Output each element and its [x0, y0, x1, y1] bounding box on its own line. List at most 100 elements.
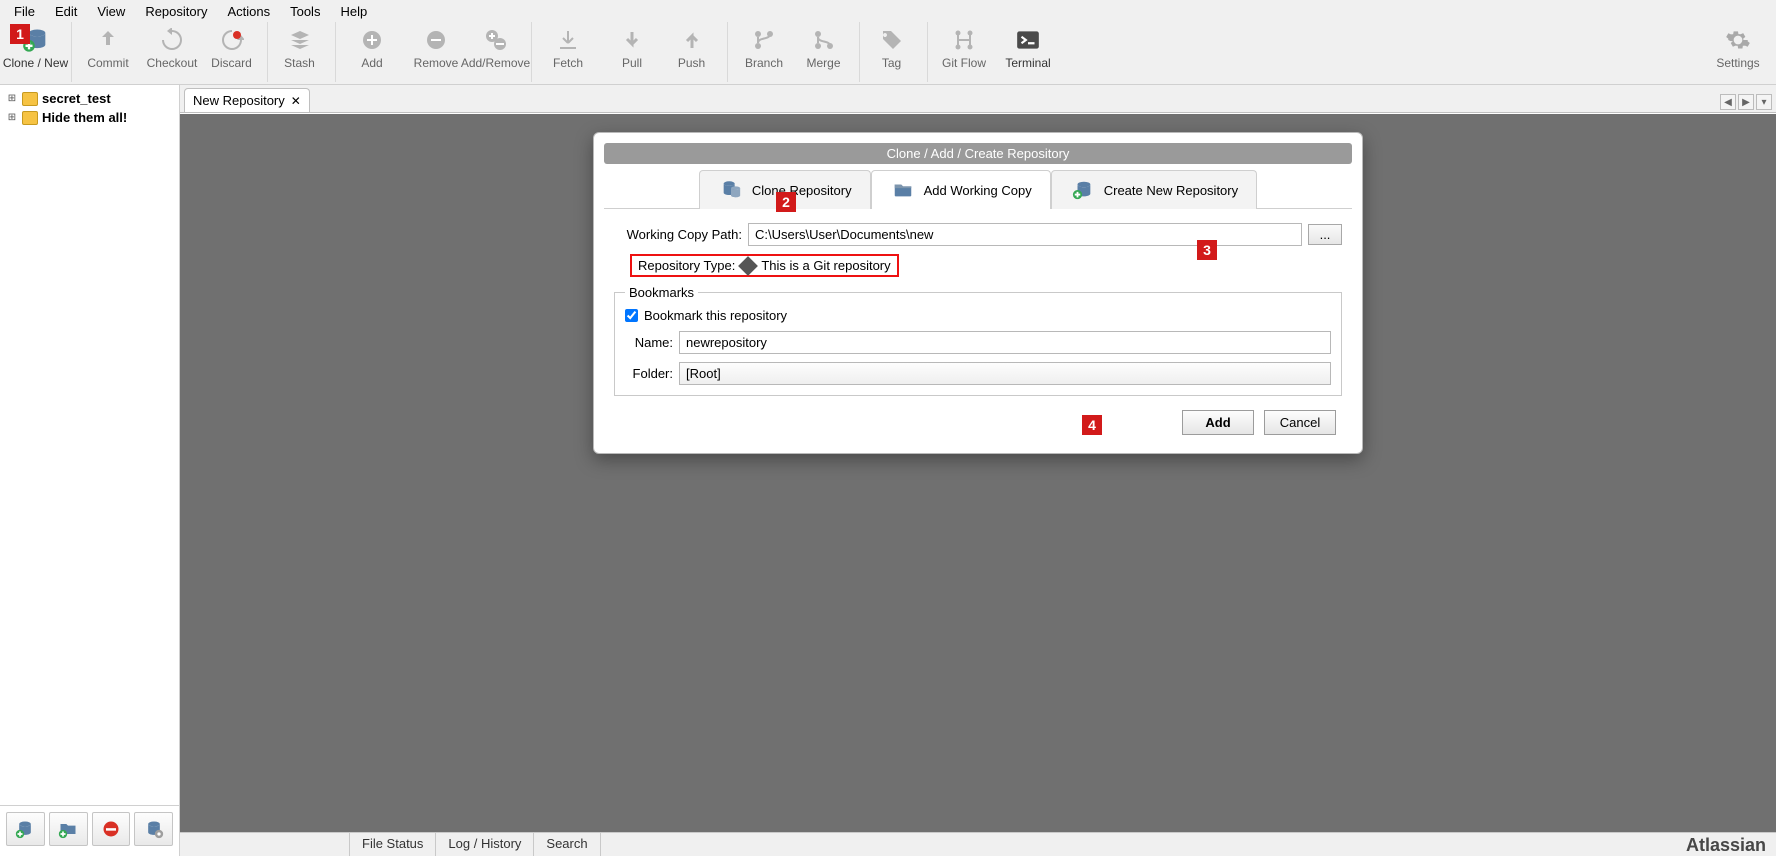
- create-icon: [1070, 179, 1096, 201]
- step-marker-2: 2: [776, 192, 796, 212]
- tab-nav-menu[interactable]: ▾: [1756, 94, 1772, 110]
- sidebar-item-label: secret_test: [42, 91, 111, 106]
- tab-new-repository[interactable]: New Repository ✕: [184, 88, 310, 112]
- tag-button[interactable]: Tag: [864, 22, 928, 82]
- push-button[interactable]: Push: [664, 22, 728, 82]
- commit-button[interactable]: Commit: [76, 22, 140, 82]
- name-label: Name:: [625, 335, 673, 350]
- menu-repository[interactable]: Repository: [135, 2, 217, 21]
- working-copy-path-input[interactable]: [748, 223, 1302, 246]
- fetch-icon: [554, 26, 582, 54]
- remove-button[interactable]: Remove: [404, 22, 468, 82]
- step-marker-1: 1: [10, 24, 30, 44]
- stash-button[interactable]: Stash: [272, 22, 336, 82]
- menu-file[interactable]: File: [4, 2, 45, 21]
- statusbar: File Status Log / History Search Atlassi…: [180, 832, 1776, 856]
- configure-button[interactable]: [134, 812, 173, 846]
- merge-button[interactable]: Merge: [796, 22, 860, 82]
- dialog-tab-label: Clone Repository: [752, 183, 852, 198]
- tag-icon: [878, 26, 906, 54]
- toolbar-label: Fetch: [553, 56, 583, 70]
- status-log[interactable]: Log / History: [436, 833, 534, 856]
- dialog-tab-label: Add Working Copy: [924, 183, 1032, 198]
- folder-icon: [890, 179, 916, 201]
- checkout-button[interactable]: Checkout: [140, 22, 204, 82]
- settings-label: Settings: [1716, 56, 1759, 70]
- dialog-tab-label: Create New Repository: [1104, 183, 1238, 198]
- menu-help[interactable]: Help: [330, 2, 377, 21]
- repository-type-box: Repository Type: This is a Git repositor…: [630, 254, 899, 277]
- workspace: ⊞ secret_test ⊞ Hide them all! New Repos…: [0, 85, 1776, 856]
- repo-type-label: Repository Type:: [638, 258, 735, 273]
- folder-select[interactable]: [Root]: [679, 362, 1331, 385]
- sidebar-item-0[interactable]: ⊞ secret_test: [0, 89, 179, 108]
- browse-button[interactable]: ...: [1308, 224, 1342, 245]
- toolbar-label: Clone / New: [3, 56, 68, 70]
- bookmarks-legend: Bookmarks: [625, 285, 698, 300]
- terminal-button[interactable]: Terminal: [996, 22, 1060, 82]
- tab-add-working-copy[interactable]: Add Working Copy: [871, 170, 1051, 209]
- toolbar-label: Remove: [414, 56, 459, 70]
- toolbar-label: Checkout: [147, 56, 198, 70]
- branch-button[interactable]: Branch: [732, 22, 796, 82]
- bookmarks-group: Bookmarks Bookmark this repository Name:…: [614, 285, 1342, 396]
- expand-icon[interactable]: ⊞: [6, 93, 18, 104]
- add-remove-button[interactable]: Add/Remove: [468, 22, 532, 82]
- toolbar-label: Tag: [882, 56, 901, 70]
- menu-actions[interactable]: Actions: [217, 2, 280, 21]
- brand-label: Atlassian: [1686, 833, 1776, 856]
- folder-icon: [22, 92, 38, 106]
- dialog-body: Working Copy Path: ... Repository Type: …: [604, 209, 1352, 443]
- clone-add-create-dialog: Clone / Add / Create Repository Clone Re…: [593, 132, 1363, 454]
- add-icon: [358, 26, 386, 54]
- add-button[interactable]: Add: [340, 22, 404, 82]
- discard-icon: [218, 26, 246, 54]
- fetch-button[interactable]: Fetch: [536, 22, 600, 82]
- push-icon: [678, 26, 706, 54]
- toolbar-label: Discard: [211, 56, 252, 70]
- folder-label: Folder:: [625, 366, 673, 381]
- git-flow-icon: [950, 26, 978, 54]
- terminal-icon: [1014, 26, 1042, 54]
- status-search[interactable]: Search: [534, 833, 600, 856]
- menu-tools[interactable]: Tools: [280, 2, 330, 21]
- checkout-icon: [158, 26, 186, 54]
- new-folder-button[interactable]: [49, 812, 88, 846]
- tab-nav: ◀ ▶ ▾: [1720, 94, 1776, 112]
- toolbar-label: Merge: [806, 56, 840, 70]
- dialog-title: Clone / Add / Create Repository: [604, 143, 1352, 164]
- tab-nav-right[interactable]: ▶: [1738, 94, 1754, 110]
- add-remove-icon: [482, 26, 510, 54]
- bookmark-checkbox[interactable]: [625, 309, 638, 322]
- tabstrip: New Repository ✕ ◀ ▶ ▾: [180, 85, 1776, 113]
- add-button[interactable]: Add: [1182, 410, 1254, 435]
- git-flow-button[interactable]: Git Flow: [932, 22, 996, 82]
- menu-view[interactable]: View: [87, 2, 135, 21]
- discard-button[interactable]: Discard: [204, 22, 268, 82]
- repo-type-value: This is a Git repository: [761, 258, 890, 273]
- menubar: File Edit View Repository Actions Tools …: [0, 0, 1776, 22]
- pull-button[interactable]: Pull: [600, 22, 664, 82]
- tab-nav-left[interactable]: ◀: [1720, 94, 1736, 110]
- path-label: Working Copy Path:: [614, 227, 742, 242]
- close-icon[interactable]: ✕: [291, 94, 301, 108]
- name-input[interactable]: [679, 331, 1331, 354]
- pull-icon: [618, 26, 646, 54]
- toolbar-label: Push: [678, 56, 705, 70]
- cancel-button[interactable]: Cancel: [1264, 410, 1336, 435]
- settings-button[interactable]: Settings: [1708, 22, 1768, 82]
- merge-icon: [810, 26, 838, 54]
- tab-create-repository[interactable]: Create New Repository: [1051, 170, 1257, 209]
- add-repo-button[interactable]: [6, 812, 45, 846]
- toolbar-label: Commit: [87, 56, 128, 70]
- status-file[interactable]: File Status: [350, 833, 436, 856]
- expand-icon[interactable]: ⊞: [6, 112, 18, 123]
- content-area: Clone / Add / Create Repository Clone Re…: [180, 113, 1776, 856]
- sidebar-item-1[interactable]: ⊞ Hide them all!: [0, 108, 179, 127]
- toolbar-label: Branch: [745, 56, 783, 70]
- commit-icon: [94, 26, 122, 54]
- branch-icon: [750, 26, 778, 54]
- remove-button[interactable]: [92, 812, 131, 846]
- toolbar-label: Git Flow: [942, 56, 986, 70]
- menu-edit[interactable]: Edit: [45, 2, 87, 21]
